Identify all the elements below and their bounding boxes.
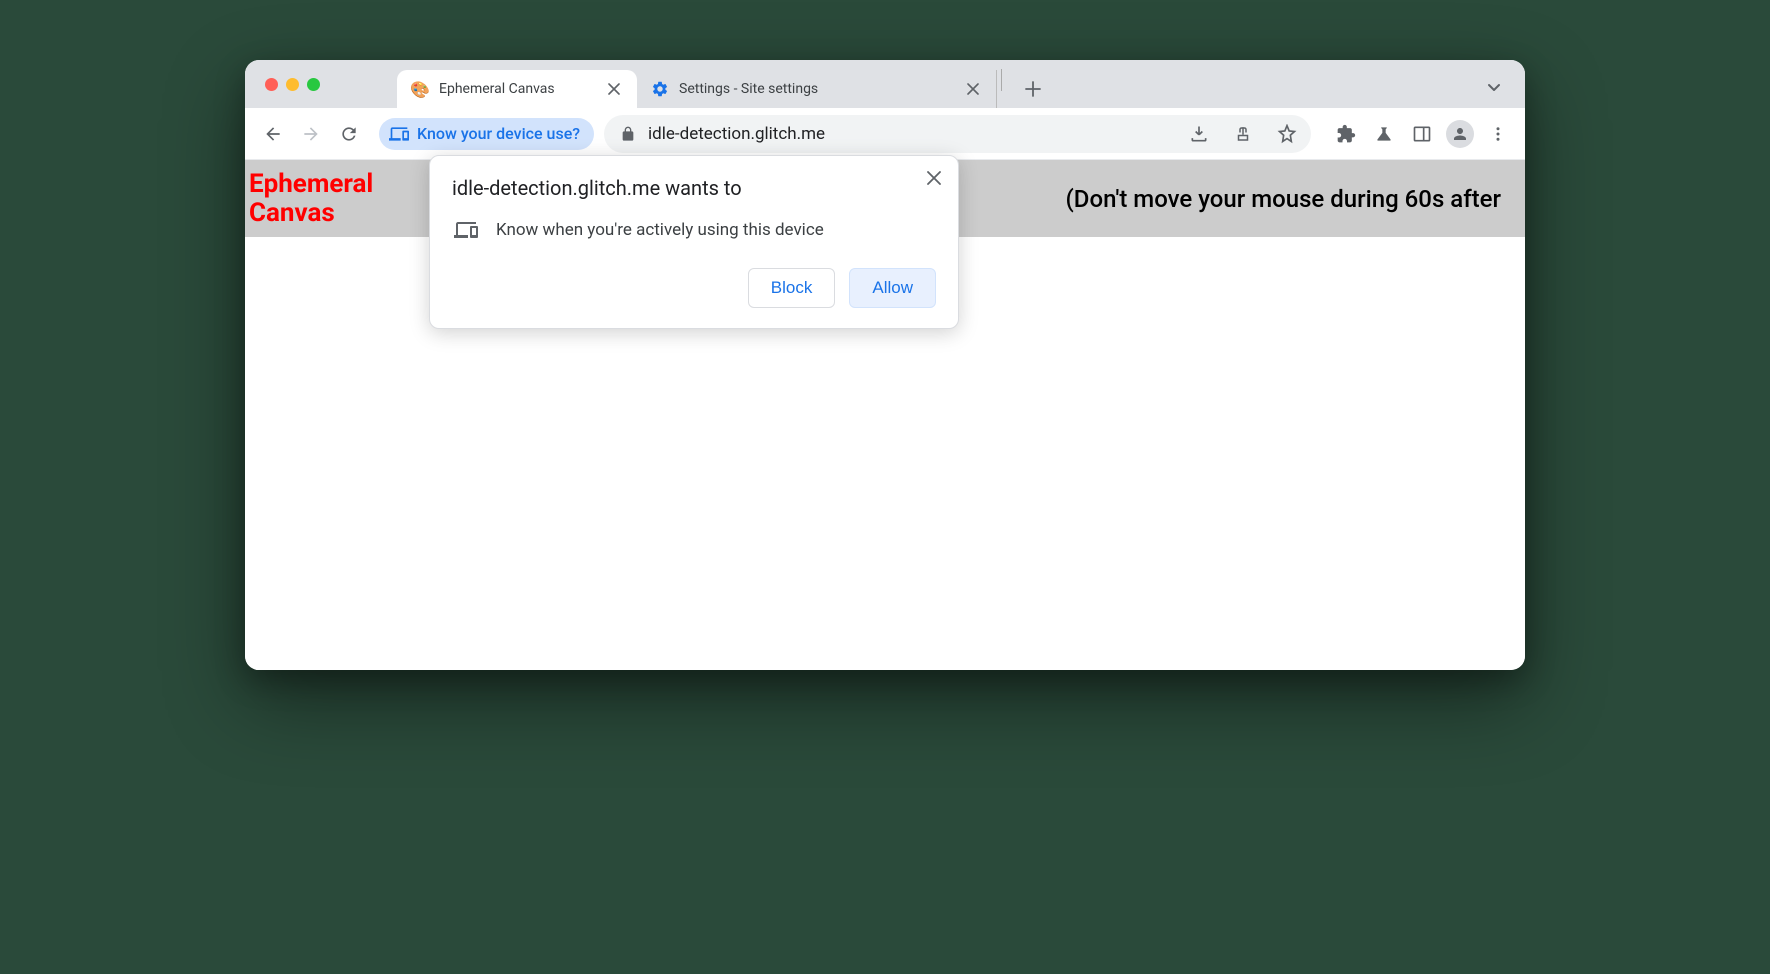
close-window-button[interactable] <box>265 78 278 91</box>
tabstrip-actions <box>1481 74 1507 100</box>
allow-button[interactable]: Allow <box>849 268 936 308</box>
minimize-window-button[interactable] <box>286 78 299 91</box>
toolbar-actions <box>1329 117 1515 151</box>
tab-title: Settings - Site settings <box>679 81 954 97</box>
permission-chip[interactable]: Know your device use? <box>379 118 594 150</box>
labs-icon[interactable] <box>1367 117 1401 151</box>
maximize-window-button[interactable] <box>307 78 320 91</box>
page-title: Ephemeral Canvas <box>249 170 399 227</box>
tab-strip: 🎨 Ephemeral Canvas Settings - Site setti… <box>245 60 1525 108</box>
page-instruction: (Don't move your mouse during 60s after <box>1065 185 1521 213</box>
dialog-buttons: Block Allow <box>452 268 936 308</box>
url-text: idle-detection.glitch.me <box>648 124 1171 144</box>
permission-dialog: idle-detection.glitch.me wants to Know w… <box>429 155 959 329</box>
profile-button[interactable] <box>1443 117 1477 151</box>
tab-inactive[interactable]: Settings - Site settings <box>637 70 997 108</box>
dialog-title: idle-detection.glitch.me wants to <box>452 176 936 200</box>
tab-title: Ephemeral Canvas <box>439 81 595 97</box>
extensions-icon[interactable] <box>1329 117 1363 151</box>
permission-chip-label: Know your device use? <box>417 124 580 143</box>
tab-search-button[interactable] <box>1481 74 1507 100</box>
back-button[interactable] <box>255 116 291 152</box>
tab-favicon-icon: 🎨 <box>411 80 429 98</box>
dialog-permission-row: Know when you're actively using this dev… <box>452 218 936 242</box>
devices-icon <box>454 218 478 242</box>
menu-button[interactable] <box>1481 117 1515 151</box>
toolbar: Know your device use? idle-detection.gli… <box>245 108 1525 160</box>
settings-favicon-icon <box>651 80 669 98</box>
install-app-icon[interactable] <box>1183 118 1215 150</box>
block-button[interactable]: Block <box>748 268 836 308</box>
tabs-container: 🎨 Ephemeral Canvas Settings - Site setti… <box>397 60 1048 108</box>
lock-icon <box>620 126 636 142</box>
share-icon[interactable] <box>1227 118 1259 150</box>
browser-window: 🎨 Ephemeral Canvas Settings - Site setti… <box>245 60 1525 670</box>
side-panel-icon[interactable] <box>1405 117 1439 151</box>
reload-button[interactable] <box>331 116 367 152</box>
window-controls <box>265 78 320 91</box>
close-tab-button[interactable] <box>964 80 982 98</box>
tab-separator <box>1001 69 1002 91</box>
dialog-permission-text: Know when you're actively using this dev… <box>496 220 824 240</box>
bookmark-icon[interactable] <box>1271 118 1303 150</box>
forward-button[interactable] <box>293 116 329 152</box>
omnibox[interactable]: idle-detection.glitch.me <box>604 115 1311 153</box>
tab-active[interactable]: 🎨 Ephemeral Canvas <box>397 70 637 108</box>
dialog-close-button[interactable] <box>922 166 946 190</box>
new-tab-button[interactable] <box>1018 74 1048 104</box>
omnibox-area: Know your device use? idle-detection.gli… <box>379 115 1311 153</box>
devices-icon <box>389 124 409 144</box>
avatar-icon <box>1446 120 1474 148</box>
close-tab-button[interactable] <box>605 80 623 98</box>
